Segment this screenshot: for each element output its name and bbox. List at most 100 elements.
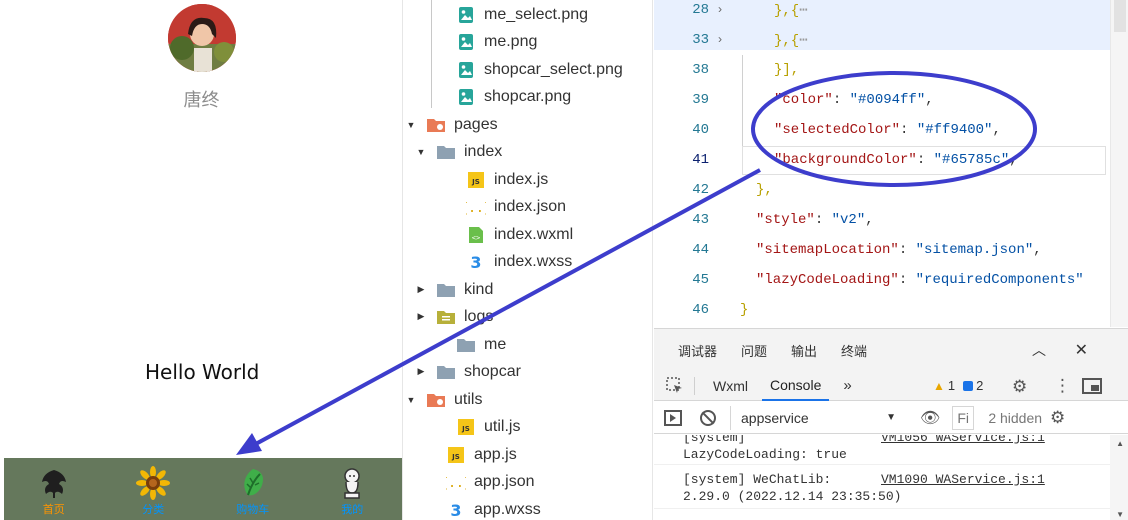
svg-text:3: 3 — [470, 254, 481, 270]
code-line[interactable]: 45 "lazyCodeLoading": "requiredComponents… — [654, 265, 1110, 295]
tree-item[interactable]: shopcar_select.png — [456, 56, 623, 83]
caret-down-icon[interactable]: ▼ — [406, 395, 416, 405]
code-line[interactable]: 38}], — [654, 55, 1110, 85]
console-scrollbar[interactable]: ▲ ▼ — [1110, 435, 1128, 520]
tab-console[interactable]: Console — [762, 371, 830, 401]
line-number: 45 — [692, 272, 709, 288]
editor-scrollbar[interactable] — [1110, 0, 1128, 327]
settings-gear-icon[interactable]: ⚙ — [1012, 377, 1027, 397]
tree-item[interactable]: ▼ index — [416, 138, 503, 165]
tree-item[interactable]: shopcar.png — [456, 83, 571, 110]
tab-me[interactable]: 我的 — [303, 458, 403, 520]
message-icon — [963, 380, 974, 391]
tab-terminal[interactable]: 终端 — [841, 341, 867, 360]
code-line[interactable]: 28 ›},{⋯ — [654, 0, 1110, 25]
tree-item[interactable]: ▼ pages — [406, 111, 498, 138]
log-message-line: 2.29.0 (2022.12.14 23:35:50) — [683, 489, 902, 504]
code-text: },{⋯ — [731, 2, 808, 19]
line-number: 38 — [692, 62, 709, 78]
dock-side-icon[interactable] — [1082, 378, 1102, 394]
eye-icon[interactable]: 👁 — [920, 408, 940, 428]
tree-item[interactable]: ▶ logs — [416, 303, 494, 330]
tab-debugger[interactable]: 调试器 — [678, 341, 717, 360]
fold-chevron-icon[interactable]: › — [709, 33, 731, 47]
tree-item[interactable]: JS app.js — [446, 441, 517, 468]
sidebar-toggle-icon[interactable] — [664, 409, 682, 426]
tree-item[interactable]: {..} index.json — [466, 193, 566, 220]
scroll-up-icon[interactable]: ▲ — [1116, 439, 1124, 448]
close-icon[interactable]: ✕ — [1075, 340, 1088, 360]
hidden-messages-count[interactable]: 2 hidden — [988, 410, 1042, 426]
tab-problems[interactable]: 问题 — [741, 341, 767, 360]
more-tabs-button[interactable]: » — [843, 377, 851, 394]
image-file-icon — [456, 5, 476, 25]
chevron-up-icon[interactable]: ︿ — [1032, 340, 1046, 360]
folder-icon — [436, 280, 456, 300]
caret-right-icon[interactable]: ▶ — [416, 284, 426, 295]
json-value: "#0094ff" — [849, 92, 926, 108]
console-settings-gear-icon[interactable]: ⚙ — [1050, 408, 1065, 428]
tab-category[interactable]: 分类 — [104, 458, 204, 520]
more-options-icon[interactable]: ⋮ — [1054, 376, 1071, 396]
json-key: "style" — [756, 212, 815, 228]
bracket-text: },{ — [774, 32, 800, 49]
svg-text:JS: JS — [461, 425, 470, 433]
console-filter-input[interactable] — [952, 405, 975, 430]
json-file-icon: {..} — [466, 197, 486, 217]
tree-item[interactable]: JS util.js — [456, 413, 520, 440]
context-select[interactable]: appservice ▼ — [730, 405, 906, 430]
tab-home[interactable]: 首页 — [4, 458, 104, 520]
tab-wxml[interactable]: Wxml — [713, 371, 748, 401]
tree-item[interactable]: JS index.js — [466, 166, 548, 193]
code-line[interactable]: 39 "color": "#0094ff", — [654, 85, 1110, 115]
caret-down-icon[interactable]: ▼ — [406, 120, 416, 130]
tree-item[interactable]: 3 app.wxss — [446, 496, 540, 520]
log-source-link[interactable]: VM1056 WAService.js:1 — [881, 435, 1045, 446]
caret-down-icon[interactable]: ▼ — [416, 147, 426, 157]
tab-shopcar[interactable]: 购物车 — [203, 458, 303, 520]
leaf-dark-icon — [37, 466, 71, 500]
fold-chevron-icon[interactable]: › — [709, 3, 731, 17]
messages-count: 2 — [976, 378, 984, 393]
tree-item[interactable]: ▶ kind — [416, 276, 494, 303]
caret-right-icon[interactable]: ▶ — [416, 366, 426, 377]
tree-item[interactable]: me — [456, 331, 506, 358]
code-line[interactable]: 42}, — [654, 175, 1110, 205]
avatar[interactable] — [168, 4, 236, 72]
tree-item[interactable]: 3 index.wxss — [466, 248, 572, 275]
code-text: "style": "v2", — [731, 212, 874, 228]
tree-item[interactable]: {..} app.json — [446, 468, 535, 495]
svg-text:{..}: {..} — [466, 201, 486, 215]
panel-tabs: 调试器 问题 输出 终端 ︿ ✕ — [654, 329, 1128, 371]
code-line[interactable]: 46} — [654, 295, 1110, 325]
wxml-file-icon: <> — [466, 225, 486, 245]
tab-output[interactable]: 输出 — [791, 341, 817, 360]
colon-punct: : — [832, 92, 850, 108]
tree-item[interactable]: ▼ utils — [406, 386, 483, 413]
code-line[interactable]: 40 "selectedColor": "#ff9400", — [654, 115, 1110, 145]
code-line[interactable]: 44 "sitemapLocation": "sitemap.json", — [654, 235, 1110, 265]
console-toolbar: appservice ▼ 👁 2 hidden ⚙ — [654, 402, 1128, 434]
log-source-link[interactable]: VM1090 WAService.js:1 — [881, 471, 1045, 488]
code-line[interactable]: 43 "style": "v2", — [654, 205, 1110, 235]
folded-ellipsis[interactable]: ⋯ — [799, 33, 807, 49]
code-editor[interactable]: 28 ›},{⋯ 33 ›},{⋯ 38}], 39 "color": "#0094ff",… — [654, 0, 1128, 327]
scroll-down-icon[interactable]: ▼ — [1116, 510, 1124, 519]
tree-item-label: app.json — [474, 472, 535, 490]
inspect-element-icon[interactable] — [666, 376, 684, 395]
code-line[interactable]: 41 "backgroundColor": "#65785c", — [654, 145, 1110, 175]
issues-badge[interactable]: ▲ 1 2 — [933, 378, 983, 393]
tree-item[interactable]: <> index.wxml — [466, 221, 573, 248]
tab-label: 分类 — [142, 503, 165, 516]
editor-scrollbar-thumb[interactable] — [1114, 0, 1126, 32]
clear-console-icon[interactable] — [700, 409, 716, 426]
js-file-icon: JS — [456, 417, 476, 437]
colon-punct: : — [814, 212, 832, 228]
tree-item[interactable]: ▶ shopcar — [416, 358, 521, 385]
code-line[interactable]: 33 ›},{⋯ — [654, 25, 1110, 55]
tree-item[interactable]: me_select.png — [456, 1, 588, 28]
tree-item[interactable]: me.png — [456, 28, 537, 55]
tree-item-label: index.wxss — [494, 252, 573, 270]
caret-right-icon[interactable]: ▶ — [416, 311, 426, 322]
folded-ellipsis[interactable]: ⋯ — [799, 3, 807, 19]
